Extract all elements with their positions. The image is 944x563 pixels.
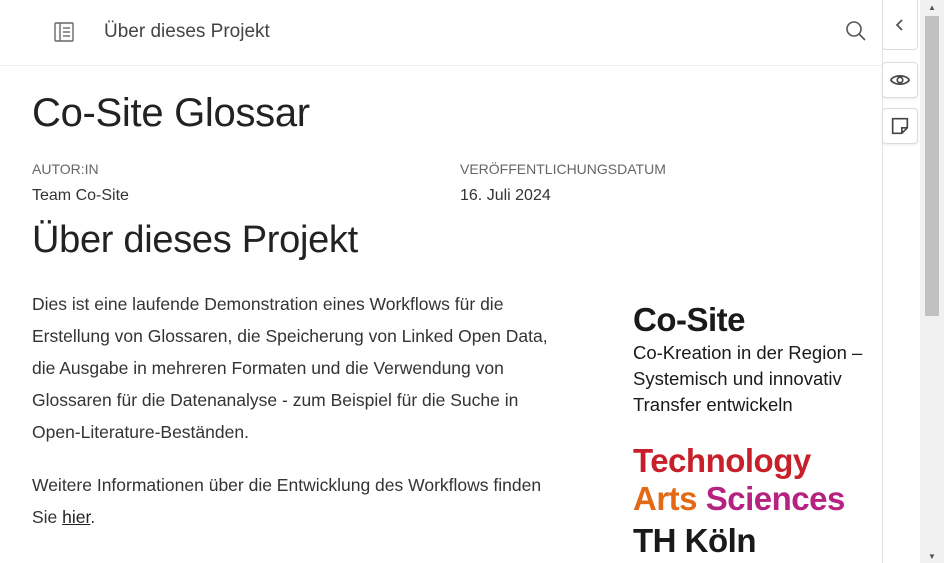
th-koeln-logo: Technology Arts Sciences TH Köln	[633, 442, 845, 560]
date-label: VERÖFFENTLICHUNGSDATUM	[460, 161, 666, 177]
scroll-thumb[interactable]	[925, 16, 939, 316]
chevron-left-icon	[895, 18, 903, 31]
topbar-title: Über dieses Projekt	[104, 21, 270, 42]
info-paragraph-end: .	[90, 507, 96, 527]
scrollbar[interactable]: ▲ ▼	[920, 0, 944, 563]
cosite-tagline-3: Transfer entwickeln	[633, 394, 793, 415]
info-paragraph-text: Weitere Informationen über die Entwicklu…	[32, 475, 542, 527]
document-title: Co-Site Glossar	[32, 91, 310, 135]
eye-icon	[889, 75, 911, 85]
th-logo-arts: Arts	[633, 480, 698, 517]
search-icon[interactable]	[844, 19, 868, 43]
annotate-button[interactable]	[882, 108, 918, 144]
author-label: AUTOR:IN	[32, 161, 99, 177]
sticky-note-icon	[891, 117, 909, 135]
top-bar: Über dieses Projekt	[0, 0, 882, 66]
here-link[interactable]: hier	[62, 507, 90, 527]
main-content: Co-Site Glossar AUTOR:IN Team Co-Site VE…	[0, 67, 896, 563]
scroll-down-arrow-icon[interactable]: ▼	[920, 549, 944, 563]
section-title: Über dieses Projekt	[32, 219, 358, 261]
th-logo-technology: Technology	[633, 442, 811, 479]
toc-icon[interactable]	[52, 20, 76, 44]
view-button[interactable]	[882, 62, 918, 98]
cosite-tagline-2: Systemisch und innovativ	[633, 368, 842, 389]
scroll-up-arrow-icon[interactable]: ▲	[920, 0, 944, 14]
th-logo-arts-sciences: Arts Sciences	[633, 480, 845, 518]
collapse-sidebar-button[interactable]	[882, 0, 918, 50]
cosite-logo: Co-Site Co-Kreation in der Region – Syst…	[633, 300, 883, 418]
cosite-logo-name: Co-Site	[633, 301, 746, 338]
th-logo-sciences: Sciences	[705, 480, 846, 517]
date-value: 16. Juli 2024	[460, 187, 551, 204]
cosite-tagline-1: Co-Kreation in der Region –	[633, 342, 863, 363]
th-logo-th-koeln: TH Köln	[633, 522, 756, 559]
info-paragraph: Weitere Informationen über die Entwicklu…	[32, 469, 562, 533]
author-value: Team Co-Site	[32, 187, 129, 204]
intro-paragraph: Dies ist eine laufende Demonstration ein…	[32, 294, 548, 442]
